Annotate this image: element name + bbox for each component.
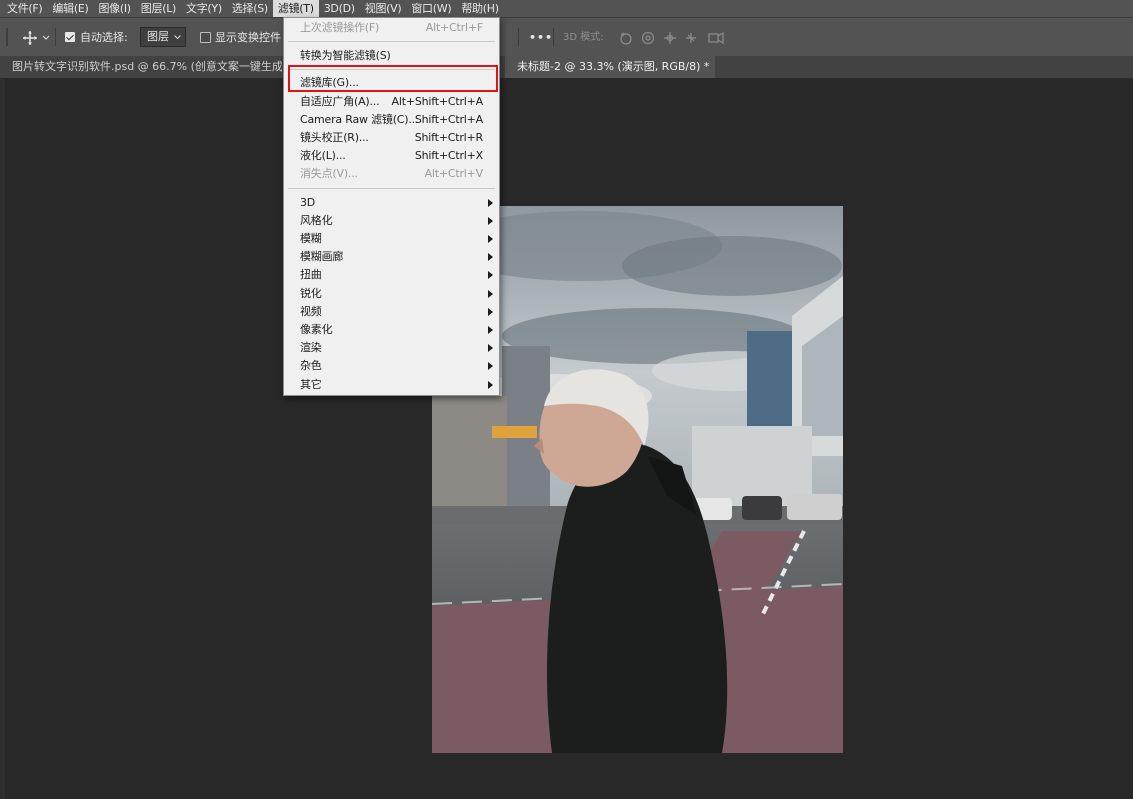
tab-label: 图片转文字识别软件.psd @ 66.7% (创意文案一键生成, RGB/8) …	[12, 60, 282, 73]
document-tab-bar: 图片转文字识别软件.psd @ 66.7% (创意文案一键生成, RGB/8) …	[0, 56, 1133, 79]
menu-view[interactable]: 视图(V)	[360, 0, 407, 17]
menu-item-label: 消失点(V)...	[300, 167, 358, 180]
menu-type[interactable]: 文字(Y)	[181, 0, 227, 17]
divider	[553, 28, 554, 46]
menu-item-label: 模糊	[300, 232, 322, 245]
submenu-arrow-icon	[488, 308, 493, 316]
tab-untitled-2[interactable]: 未标题-2 @ 33.3% (演示图, RGB/8) *×	[505, 56, 715, 78]
menu-3d[interactable]: 3D(D)	[319, 0, 360, 17]
divider	[55, 28, 56, 46]
menu-item-label: 风格化	[300, 214, 333, 227]
menu-item-label: 液化(L)...	[300, 149, 346, 162]
menu-separator	[288, 188, 495, 189]
roll-icon	[641, 31, 655, 45]
submenu-blur-gallery[interactable]: 模糊画廊	[284, 248, 499, 266]
show-transform-checkbox[interactable]	[200, 32, 211, 43]
menu-edit[interactable]: 编辑(E)	[47, 0, 93, 17]
pan-icon	[664, 32, 676, 44]
menu-item-label: 扭曲	[300, 268, 322, 281]
menu-layer[interactable]: 图层(L)	[136, 0, 181, 17]
submenu-other[interactable]: 其它	[284, 376, 499, 394]
auto-select-label: 自动选择:	[80, 31, 128, 44]
menu-item-shortcut: Shift+Ctrl+R	[414, 131, 483, 144]
menu-item-shortcut: Alt+Shift+Ctrl+A	[391, 95, 484, 108]
menu-window[interactable]: 窗口(W)	[406, 0, 456, 17]
submenu-arrow-icon	[488, 381, 493, 389]
menu-item-vanishing-point[interactable]: 消失点(V)... Alt+Ctrl+V	[284, 165, 499, 183]
highlight-annotation-box	[288, 65, 498, 92]
menu-bar: 文件(F) 编辑(E) 图像(I) 图层(L) 文字(Y) 选择(S) 滤镜(T…	[0, 0, 1133, 17]
submenu-blur[interactable]: 模糊	[284, 230, 499, 248]
menu-item-shortcut: Alt+Ctrl+F	[425, 21, 483, 34]
submenu-arrow-icon	[488, 235, 493, 243]
menu-item-label: 杂色	[300, 359, 322, 372]
menu-item-label: 上次滤镜操作(F)	[300, 21, 380, 34]
submenu-noise[interactable]: 杂色	[284, 357, 499, 375]
submenu-video[interactable]: 视频	[284, 303, 499, 321]
submenu-arrow-icon	[488, 217, 493, 225]
submenu-sharpen[interactable]: 锐化	[284, 285, 499, 303]
menu-item-label: 自适应广角(A)...	[300, 95, 380, 108]
menu-item-liquify[interactable]: 液化(L)... Shift+Ctrl+X	[284, 147, 499, 165]
menu-separator	[288, 41, 495, 42]
3d-mode-icons	[620, 31, 724, 45]
menu-item-label: 3D	[300, 196, 316, 209]
menu-item-lens-correction[interactable]: 镜头校正(R)... Shift+Ctrl+R	[284, 129, 499, 147]
submenu-stylize[interactable]: 风格化	[284, 212, 499, 230]
chevron-down-icon	[174, 35, 181, 40]
menu-item-camera-raw-filter[interactable]: Camera Raw 滤镜(C)... Shift+Ctrl+A	[284, 111, 499, 129]
toolbar-edge	[0, 79, 5, 799]
submenu-3d[interactable]: 3D	[284, 194, 499, 212]
menu-item-shortcut: Shift+Ctrl+X	[414, 149, 483, 162]
submenu-arrow-icon	[488, 362, 493, 370]
submenu-pixelate[interactable]: 像素化	[284, 321, 499, 339]
submenu-arrow-icon	[488, 271, 493, 279]
menu-item-label: 转换为智能滤镜(S)	[300, 49, 391, 62]
menu-item-adaptive-wide-angle[interactable]: 自适应广角(A)... Alt+Shift+Ctrl+A	[284, 93, 499, 111]
submenu-arrow-icon	[488, 344, 493, 352]
submenu-arrow-icon	[488, 326, 493, 334]
chevron-down-icon[interactable]	[42, 35, 50, 41]
menu-select[interactable]: 选择(S)	[227, 0, 273, 17]
options-bar: 自动选择: 图层 显示变换控件 ••• 3D 模式:	[0, 17, 1133, 56]
slide-icon	[686, 33, 696, 43]
auto-select-checkbox[interactable]	[65, 32, 75, 42]
menu-item-label: 锐化	[300, 287, 322, 300]
menu-item-last-filter[interactable]: 上次滤镜操作(F) Alt+Ctrl+F	[284, 19, 499, 37]
mode-3d-label: 3D 模式:	[563, 32, 604, 43]
menu-item-label: 视频	[300, 305, 322, 318]
submenu-arrow-icon	[488, 290, 493, 298]
menu-help[interactable]: 帮助(H)	[456, 0, 503, 17]
menu-item-label: 像素化	[300, 323, 333, 336]
toolbar-grip	[6, 28, 8, 46]
menu-item-shortcut: Alt+Ctrl+V	[424, 167, 484, 180]
orbit-icon	[620, 33, 632, 45]
camera-icon	[708, 33, 719, 43]
submenu-distort[interactable]: 扭曲	[284, 266, 499, 284]
menu-item-convert-smart-filter[interactable]: 转换为智能滤镜(S)	[284, 47, 499, 65]
menu-filter[interactable]: 滤镜(T)	[272, 0, 319, 17]
menu-item-label: 渲染	[300, 341, 322, 354]
layer-select-value: 图层	[147, 30, 169, 43]
menu-item-shortcut: Shift+Ctrl+A	[414, 113, 483, 126]
submenu-render[interactable]: 渲染	[284, 339, 499, 357]
show-transform-label: 显示变换控件	[215, 31, 281, 44]
tab-document-psd[interactable]: 图片转文字识别软件.psd @ 66.7% (创意文案一键生成, RGB/8) …	[0, 56, 282, 78]
submenu-arrow-icon	[488, 253, 493, 261]
move-icon[interactable]	[22, 30, 38, 46]
menu-file[interactable]: 文件(F)	[2, 0, 47, 17]
more-options-button[interactable]: •••	[529, 30, 553, 46]
divider	[518, 28, 519, 46]
tab-label: 未标题-2 @ 33.3% (演示图, RGB/8) *	[517, 60, 710, 73]
layer-select-dropdown[interactable]: 图层	[140, 27, 186, 47]
menu-item-label: 其它	[300, 378, 322, 391]
menu-image[interactable]: 图像(I)	[93, 0, 135, 17]
menu-item-label: 模糊画廊	[300, 250, 344, 263]
menu-item-label: Camera Raw 滤镜(C)...	[300, 113, 419, 126]
submenu-arrow-icon	[488, 199, 493, 207]
menu-item-label: 镜头校正(R)...	[300, 131, 369, 144]
